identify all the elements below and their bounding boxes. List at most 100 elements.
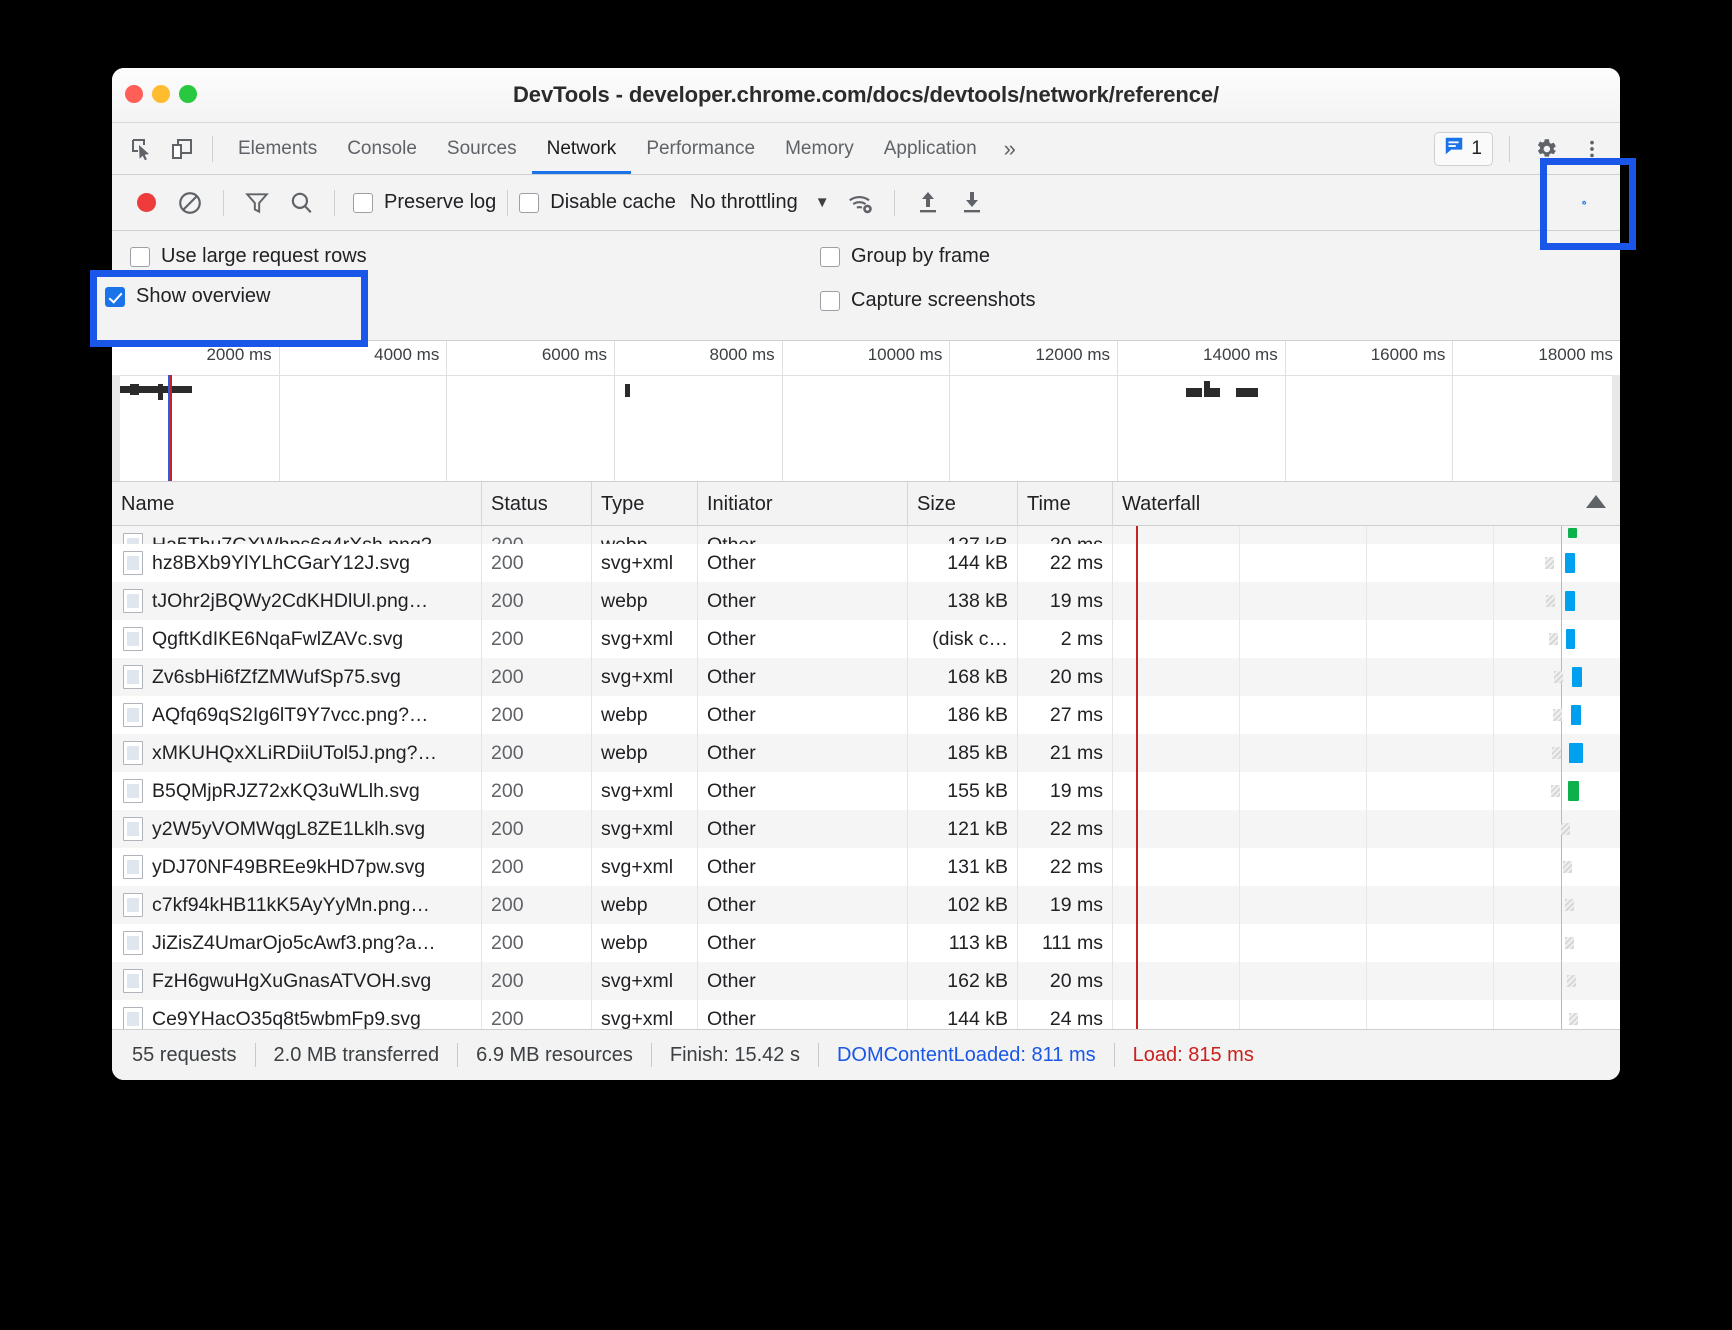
cell-name[interactable]: JiZisZ4UmarOjo5cAwf3.png?a… — [112, 924, 482, 962]
column-header-initiator[interactable]: Initiator — [698, 482, 908, 526]
table-row[interactable]: xMKUHQxXLiRDiiUTol5J.png?… 200 webp Other 18… — [112, 734, 1620, 772]
column-header-name[interactable]: Name — [112, 482, 482, 526]
tab-performance[interactable]: Performance — [631, 123, 770, 174]
table-row[interactable]: B5QMjpRJZ72xKQ3uWLlh.svg 200 svg+xml Other 1… — [112, 772, 1620, 810]
waterfall-gridlines — [1113, 734, 1620, 772]
group-by-frame-box[interactable] — [820, 246, 840, 267]
waterfall-queueing-bar — [1549, 633, 1558, 645]
capture-screenshots-checkbox[interactable]: Capture screenshots — [820, 289, 1620, 312]
sort-ascending-icon[interactable] — [1586, 494, 1606, 508]
inspect-element-icon[interactable] — [125, 132, 159, 166]
table-row[interactable]: Ce9YHacO35q8t5wbmFp9.svg 200 svg+xml Other 1… — [112, 1000, 1620, 1029]
column-header-type[interactable]: Type — [592, 482, 698, 526]
column-header-waterfall[interactable]: Waterfall — [1113, 482, 1620, 526]
waterfall-grid-column — [1367, 962, 1494, 1000]
close-window-button[interactable] — [125, 85, 143, 103]
table-row[interactable]: Zv6sbHi6fZfZMWufSp75.svg 200 svg+xml Other 1… — [112, 658, 1620, 696]
tab-memory[interactable]: Memory — [770, 123, 869, 174]
cell-status: 200 — [482, 658, 592, 696]
cell-size: 144 kB — [908, 1000, 1018, 1029]
preserve-log-checkbox[interactable]: Preserve log — [353, 191, 496, 214]
tab-network[interactable]: Network — [532, 123, 632, 174]
cell-name[interactable]: hz8BXb9YlYLhCGarY12J.svg — [112, 544, 482, 582]
table-row[interactable]: Ha5Thu7GXWhps6q4rXsh.png?... 200webpOther… — [112, 526, 1620, 544]
use-large-request-rows-box[interactable] — [130, 246, 150, 267]
cell-name[interactable]: yDJ70NF49BREe9kHD7pw.svg — [112, 848, 482, 886]
cell-size: 131 kB — [908, 848, 1018, 886]
more-tabs-icon[interactable]: » — [992, 123, 1028, 174]
preserve-log-box[interactable] — [353, 192, 373, 213]
tabbar-right-controls: 1 — [1434, 131, 1620, 166]
table-row[interactable]: FzH6gwuHgXuGnasATVOH.svg 200 svg+xml Other 1… — [112, 962, 1620, 1000]
network-settings-gear-icon[interactable] — [1581, 186, 1615, 220]
cell-name[interactable]: QgftKdIKE6NqaFwlZAVc.svg — [112, 620, 482, 658]
network-settings-pane: Use large request rows Group by frame Sh… — [112, 231, 1620, 341]
cell-name[interactable]: c7kf94kHB11kK5AyYyMn.png… — [112, 886, 482, 924]
settings-gear-icon[interactable] — [1529, 132, 1563, 166]
show-overview-box[interactable] — [130, 290, 150, 311]
overview-left-handle[interactable] — [112, 375, 120, 481]
device-toolbar-icon[interactable] — [165, 132, 199, 166]
wifi-settings-icon[interactable] — [844, 186, 878, 220]
tab-console[interactable]: Console — [332, 123, 432, 174]
clear-button[interactable] — [173, 186, 207, 220]
cell-name[interactable]: Ha5Thu7GXWhps6q4rXsh.png?... — [112, 526, 482, 544]
overview-right-handle[interactable] — [1612, 375, 1620, 481]
cell-name[interactable]: B5QMjpRJZ72xKQ3uWLlh.svg — [112, 772, 482, 810]
use-large-request-rows-checkbox[interactable]: Use large request rows — [130, 245, 820, 268]
disable-cache-box[interactable] — [519, 192, 540, 213]
maximize-window-button[interactable] — [179, 85, 197, 103]
tab-application[interactable]: Application — [869, 123, 992, 174]
cell-name[interactable]: tJOhr2jBQWy2CdKHDlUl.png… — [112, 582, 482, 620]
group-by-frame-checkbox[interactable]: Group by frame — [820, 245, 1620, 268]
overview-request-mark — [1210, 388, 1220, 397]
cell-name[interactable]: AQfq69qS2Ig6lT9Y7vcc.png?… — [112, 696, 482, 734]
search-button[interactable] — [284, 186, 318, 220]
cell-name[interactable]: FzH6gwuHgXuGnasATVOH.svg — [112, 962, 482, 1000]
tab-sources[interactable]: Sources — [432, 123, 532, 174]
waterfall-boundary-line — [1561, 620, 1562, 658]
file-type-icon — [123, 931, 143, 955]
cell-initiator: Other — [698, 848, 908, 886]
table-row[interactable]: hz8BXb9YlYLhCGarY12J.svg 200 svg+xml Other 1… — [112, 544, 1620, 582]
column-header-size[interactable]: Size — [908, 482, 1018, 526]
column-header-time[interactable]: Time — [1018, 482, 1113, 526]
cell-name[interactable]: Zv6sbHi6fZfZMWufSp75.svg — [112, 658, 482, 696]
cell-name[interactable]: Ce9YHacO35q8t5wbmFp9.svg — [112, 1000, 482, 1029]
table-row[interactable]: JiZisZ4UmarOjo5cAwf3.png?a… 200 webp Other 1… — [112, 924, 1620, 962]
throttling-select[interactable]: No throttling — [690, 191, 798, 214]
filter-button[interactable] — [240, 186, 274, 220]
console-messages-button[interactable]: 1 — [1434, 131, 1493, 166]
waterfall-grid-column — [1494, 1000, 1620, 1029]
request-name: QgftKdIKE6NqaFwlZAVc.svg — [152, 628, 404, 650]
waterfall-grid-column — [1367, 772, 1494, 810]
waterfall-grid-column — [1240, 962, 1367, 1000]
waterfall-load-line — [1136, 526, 1138, 544]
record-button[interactable] — [129, 186, 163, 220]
upload-har-icon[interactable] — [911, 186, 945, 220]
table-row[interactable]: yDJ70NF49BREe9kHD7pw.svg 200 svg+xml Other 1… — [112, 848, 1620, 886]
request-name: yDJ70NF49BREe9kHD7pw.svg — [152, 856, 426, 878]
waterfall-grid-column — [1367, 544, 1494, 582]
network-overview-timeline[interactable]: 2000 ms 4000 ms 6000 ms 8000 ms 10000 ms… — [112, 341, 1620, 482]
cell-name[interactable]: xMKUHQxXLiRDiiUTol5J.png?… — [112, 734, 482, 772]
disable-cache-checkbox[interactable]: Disable cache — [519, 191, 676, 214]
cell-status: 200 — [482, 620, 592, 658]
minimize-window-button[interactable] — [152, 85, 170, 103]
chevron-down-icon[interactable]: ▼ — [815, 194, 830, 211]
show-overview-checkbox[interactable]: Show overview — [130, 289, 820, 312]
cell-name[interactable]: y2W5yVOMWqgL8ZE1Lklh.svg — [112, 810, 482, 848]
table-row[interactable]: QgftKdIKE6NqaFwlZAVc.svg 200 svg+xml Other(… — [112, 620, 1620, 658]
table-row[interactable]: AQfq69qS2Ig6lT9Y7vcc.png?… 200 webp Other 18… — [112, 696, 1620, 734]
table-row[interactable]: c7kf94kHB11kK5AyYyMn.png… 200 webp Other 102… — [112, 886, 1620, 924]
column-header-status[interactable]: Status — [482, 482, 592, 526]
more-options-icon[interactable] — [1575, 132, 1609, 166]
capture-screenshots-box[interactable] — [820, 290, 840, 311]
download-har-icon[interactable] — [955, 186, 989, 220]
tab-elements[interactable]: Elements — [223, 123, 332, 174]
file-type-icon — [123, 533, 143, 544]
overview-request-mark — [625, 384, 630, 397]
table-row[interactable]: y2W5yVOMWqgL8ZE1Lklh.svg 200 svg+xml Other 1… — [112, 810, 1620, 848]
table-row[interactable]: tJOhr2jBQWy2CdKHDlUl.png… 200 webp Other 138… — [112, 582, 1620, 620]
waterfall-queueing-bar — [1561, 823, 1570, 835]
